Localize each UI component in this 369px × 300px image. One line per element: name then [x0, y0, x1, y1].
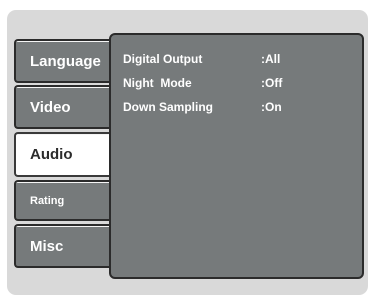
- tab-misc[interactable]: Misc: [14, 224, 110, 268]
- tab-language-label: Language: [30, 52, 101, 70]
- setting-label: Down Sampling: [123, 100, 213, 114]
- tab-rating[interactable]: Rating: [14, 180, 110, 221]
- setting-label: Night Mode: [123, 76, 192, 90]
- tab-audio-label: Audio: [30, 146, 73, 163]
- tab-audio[interactable]: Audio: [14, 132, 110, 177]
- tab-misc-label: Misc: [30, 237, 64, 255]
- setting-value: On: [261, 100, 282, 114]
- setting-down-sampling[interactable]: Down Sampling On: [123, 99, 282, 115]
- setting-value: Off: [261, 76, 282, 90]
- audio-settings-panel: Digital Output All Night Mode Off Down S…: [109, 33, 364, 279]
- setting-label: Digital Output: [123, 52, 203, 66]
- setting-digital-output[interactable]: Digital Output All: [123, 51, 280, 67]
- tab-language[interactable]: Language: [14, 39, 110, 83]
- tab-video-label: Video: [30, 98, 71, 116]
- tab-video[interactable]: Video: [14, 85, 110, 129]
- setting-value: All: [261, 52, 280, 66]
- setting-night-mode[interactable]: Night Mode Off: [123, 75, 282, 91]
- tab-rating-label: Rating: [30, 194, 65, 207]
